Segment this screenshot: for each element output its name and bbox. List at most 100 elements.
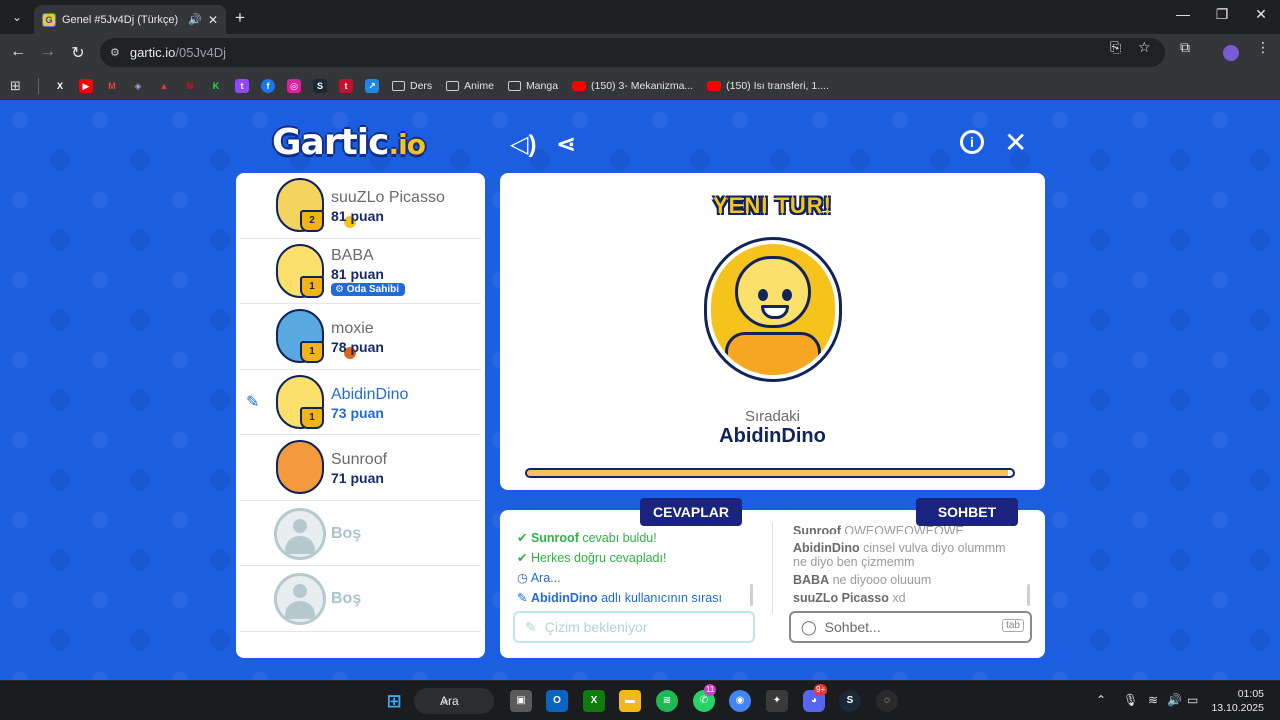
instagram-bookmark-icon[interactable]: ◎	[287, 78, 301, 93]
next-player-avatar	[704, 237, 842, 382]
spotify-icon[interactable]: ≋	[656, 690, 678, 712]
empty-avatar-icon	[274, 507, 326, 560]
extensions-icon[interactable]: ⧉	[1180, 39, 1190, 56]
windows-taskbar: ⊞ Ara ⌕ ▣ O X ▬ ≋ ✆ 11 ◉ ✦ ◕ 9+ S ◌ ⌃ 🎙 …	[0, 680, 1280, 720]
profile-avatar[interactable]	[1223, 45, 1239, 61]
app-icon[interactable]: ✦	[766, 690, 788, 712]
player-row[interactable]: Sunroof 71 puan	[240, 435, 481, 501]
folder-icon	[507, 80, 521, 91]
new-tab-plus-icon[interactable]: +	[235, 8, 245, 28]
window-close-icon[interactable]: ✕	[1246, 6, 1276, 23]
chat-scrollbar[interactable]	[1027, 584, 1030, 606]
folder-icon	[446, 80, 460, 91]
bookmark-folder-manga[interactable]: Manga	[507, 80, 558, 92]
empty-slot-label: Boş	[331, 524, 362, 542]
player-row-drawing[interactable]: ✎ 1 AbidinDino 73 puan	[240, 370, 481, 435]
task-view-icon[interactable]: ▣	[510, 690, 532, 712]
kick-bookmark-icon[interactable]: K	[209, 79, 223, 93]
bookmark-folder-ders[interactable]: Ders	[392, 80, 432, 92]
reload-icon[interactable]: ↻	[68, 43, 88, 63]
facebook-bookmark-icon[interactable]: f	[261, 78, 275, 93]
youtube-bookmark-icon[interactable]: ▶	[79, 78, 93, 93]
windows-start-icon[interactable]: ⊞	[383, 690, 405, 712]
microphone-icon[interactable]: 🎙	[1123, 693, 1138, 707]
bookmark-youtube-1[interactable]: (150) 3- Mekanizma...	[572, 80, 693, 92]
player-name: AbidinDino	[331, 385, 409, 403]
column-divider	[772, 522, 773, 614]
file-explorer-icon[interactable]: ▬	[619, 690, 641, 712]
player-row[interactable]: 1 moxie 78 puan	[240, 304, 481, 370]
player-score: 81 puan	[331, 208, 384, 224]
wifi-icon[interactable]: ≋	[1148, 693, 1158, 707]
player-score: 73 puan	[331, 404, 384, 421]
chrome-icon[interactable]: ◉	[729, 690, 751, 712]
bookmark-icon-4[interactable]: ▲	[157, 79, 171, 93]
apps-grid-icon[interactable]: ⊞	[10, 78, 38, 94]
answers-scrollbar[interactable]	[750, 584, 753, 606]
minimize-icon[interactable]: —	[1168, 6, 1198, 22]
empty-slot: Boş	[240, 501, 481, 566]
gartic-logo: Gartic.io	[272, 122, 426, 163]
twitch-bookmark-icon[interactable]: t	[235, 78, 249, 93]
steam-bookmark-icon[interactable]: S	[313, 78, 327, 93]
clock[interactable]: 01:05 13.10.2025	[1211, 687, 1264, 715]
drawing-board: YENI TUR! Sıradaki AbidinDino	[500, 173, 1045, 490]
gartic-favicon-icon: G	[42, 12, 56, 27]
steam-icon[interactable]: S	[839, 690, 861, 712]
answer-input[interactable]: ✎ Çizim bekleniyor	[513, 611, 755, 643]
taskbar-search[interactable]: Ara	[414, 688, 494, 714]
trophy-icon: 1	[300, 275, 324, 298]
chat-tab[interactable]: SOHBET	[916, 498, 1018, 526]
share-icon[interactable]: ⋖	[556, 130, 576, 159]
avatar: 2	[274, 176, 358, 234]
chat-message: BABA ne diyooo oluuum	[793, 573, 932, 587]
outlook-icon[interactable]: O	[546, 690, 568, 712]
netflix-bookmark-icon[interactable]: N	[183, 79, 197, 93]
xbox-icon[interactable]: X	[583, 690, 605, 712]
answer-line: ✔ Sunroof cevabı buldu!	[517, 531, 657, 545]
answers-tab[interactable]: CEVAPLAR	[640, 498, 742, 526]
chat-message: suuZLo Picasso xd	[793, 591, 906, 605]
tab-search-chevron-icon[interactable]: ⌄	[8, 8, 26, 26]
maximize-icon[interactable]: ❐	[1207, 6, 1237, 23]
tab-audio-icon[interactable]: 🔊	[188, 13, 202, 26]
install-app-icon[interactable]: ⎘	[1110, 39, 1121, 56]
back-arrow-icon[interactable]: ←	[8, 43, 28, 61]
answer-line: ✎ AbidinDino adlı kullanıcının sırası	[517, 591, 722, 605]
next-label: Sıradaki	[744, 408, 801, 425]
gmail-bookmark-icon[interactable]: M	[105, 79, 119, 93]
battery-icon[interactable]: ▭	[1187, 693, 1198, 707]
room-owner-badge: ⚙ Oda Sahibi	[331, 282, 405, 296]
volume-icon[interactable]: 🔊	[1167, 693, 1182, 707]
sound-icon[interactable]: ◁)	[510, 130, 536, 159]
player-row[interactable]: 2 suuZLo Picasso 81 puan	[240, 173, 481, 239]
info-icon[interactable]: i	[960, 130, 984, 154]
bookmark-youtube-2[interactable]: (150) Isı transferi, 1....	[707, 80, 829, 92]
chat-bubble-icon: ◯	[801, 618, 817, 635]
avatar: 1	[274, 307, 358, 365]
bookmark-icon-blue[interactable]: ↗	[365, 78, 379, 93]
tray-expand-icon[interactable]: ⌃	[1096, 693, 1106, 707]
empty-avatar-icon	[274, 573, 326, 625]
player-score: 78 puan	[331, 339, 384, 355]
tab-key-hint: tab	[1002, 619, 1024, 632]
address-bar[interactable]: ⚙ gartic.io/05Jv4Dj	[100, 38, 1165, 67]
forward-arrow-icon[interactable]: →	[38, 43, 58, 61]
tab-close-icon[interactable]: ✕	[208, 13, 218, 27]
player-row[interactable]: 1 BABA 81 puan ⚙ Oda Sahibi	[240, 239, 481, 304]
round-progress-bar	[525, 468, 1015, 478]
next-player-name: AbidinDino	[719, 425, 826, 447]
bookmark-star-icon[interactable]: ☆	[1138, 39, 1151, 56]
browser-tab-active[interactable]: G Genel #5Jv4Dj (Türkçe) - Ga 🔊 ✕	[34, 5, 226, 34]
site-info-icon[interactable]: ⚙	[110, 46, 120, 59]
x-bookmark-icon[interactable]: X	[53, 79, 67, 93]
chat-input[interactable]: ◯ Sohbet... tab	[789, 611, 1032, 643]
browser-menu-icon[interactable]: ⋮	[1256, 39, 1270, 56]
answers-chat-panel: CEVAPLAR SOHBET ✔ Sunroof cevabı buldu! …	[500, 498, 1045, 658]
app-icon-2[interactable]: ◌	[876, 690, 898, 712]
bookmark-icon-3[interactable]: ◈	[131, 79, 145, 93]
player-name: Sunroof	[331, 451, 388, 468]
exit-close-icon[interactable]: ✕	[1004, 126, 1027, 159]
bookmark-icon-t[interactable]: t	[339, 78, 353, 93]
bookmark-folder-anime[interactable]: Anime	[446, 80, 494, 92]
